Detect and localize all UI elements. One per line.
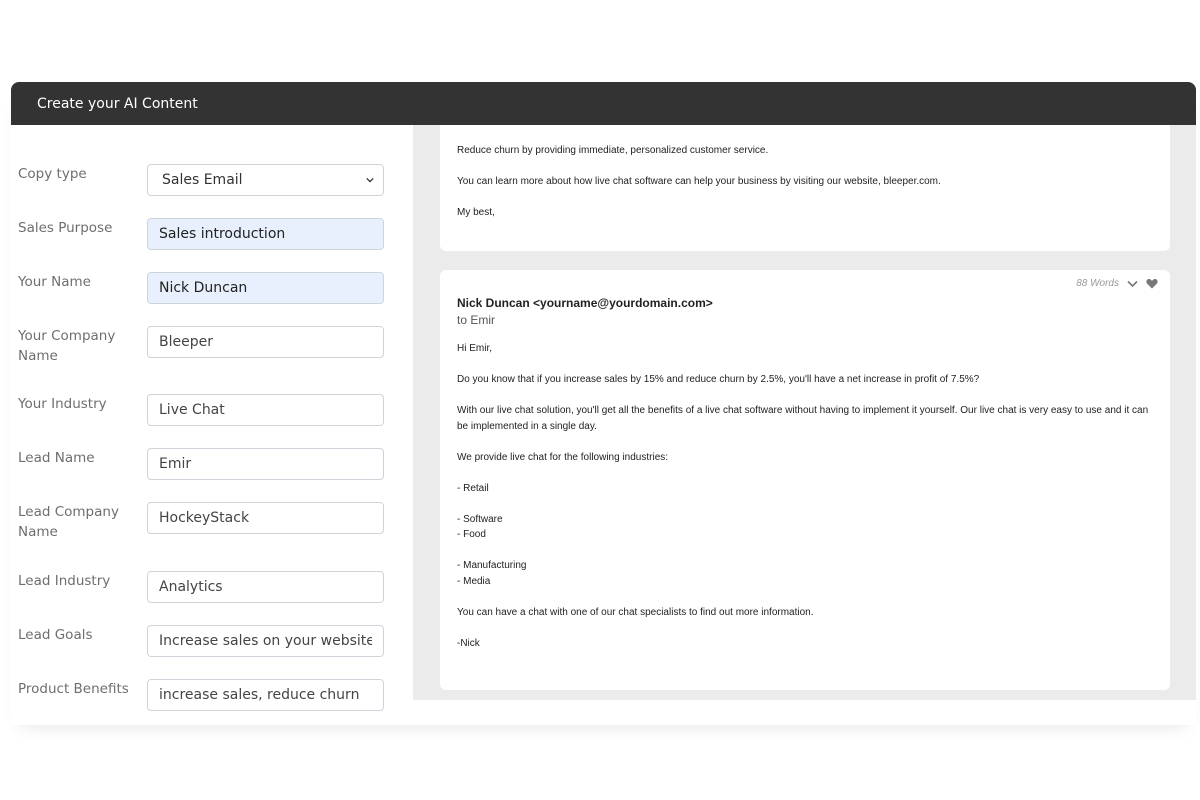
copy-type-value: Sales Email	[162, 172, 243, 188]
list-item: - Software	[457, 513, 503, 525]
email-signature: -Nick	[457, 637, 480, 649]
list-item: - Manufacturing	[457, 560, 527, 571]
email-from: Nick Duncan <yourname@yourdomain.com>	[457, 296, 713, 310]
your-company-input[interactable]	[147, 326, 384, 358]
product-benefits-input[interactable]	[147, 679, 384, 711]
email-paragraph: You can have a chat with one of our chat…	[457, 606, 814, 618]
list-item: - Retail	[457, 482, 489, 494]
list-item: - Food	[457, 529, 486, 540]
window-title-text: Create your AI Content	[37, 95, 198, 112]
lead-name-label: Lead Name	[18, 450, 95, 466]
chevron-down-icon	[366, 177, 374, 183]
output-panel: Reduce churn by providing immediate, per…	[413, 125, 1196, 700]
your-name-label: Your Name	[18, 274, 91, 290]
lead-goals-label: Lead Goals	[18, 627, 93, 643]
email-paragraph: Reduce churn by providing immediate, per…	[457, 145, 769, 156]
email-paragraph: With our live chat solution, you'll get …	[457, 405, 1149, 432]
product-benefits-label: Product Benefits	[18, 681, 129, 697]
copy-type-select[interactable]: Sales Email	[147, 164, 384, 196]
lead-name-input[interactable]	[147, 448, 384, 480]
email-card-previous: Reduce churn by providing immediate, per…	[440, 125, 1170, 251]
copy-type-label: Copy type	[18, 166, 87, 182]
list-item: - Media	[457, 575, 491, 587]
lead-goals-input[interactable]	[147, 625, 384, 657]
sales-purpose-label: Sales Purpose	[18, 220, 113, 236]
ai-content-window: Create your AI Content Copy type Sales E…	[11, 82, 1196, 725]
content-form: Copy type Sales Email Sales Purpose Your…	[11, 125, 413, 725]
your-name-input[interactable]	[147, 272, 384, 304]
lead-company-input[interactable]	[147, 502, 384, 534]
email-to: to Emir	[457, 313, 496, 327]
sales-purpose-input[interactable]	[147, 218, 384, 250]
email-card: 88 Words Nick Duncan <yourname@yourdomai…	[440, 270, 1170, 690]
lead-industry-input[interactable]	[147, 571, 384, 603]
word-count: 88 Words	[1076, 278, 1119, 289]
email-paragraph: Do you know that if you increase sales b…	[457, 374, 980, 385]
email-paragraph: We provide live chat for the following i…	[457, 451, 669, 463]
lead-industry-label: Lead Industry	[18, 573, 111, 589]
your-company-label: Your Company Name	[18, 328, 116, 364]
email-greeting: Hi Emir,	[457, 343, 492, 354]
your-industry-input[interactable]	[147, 394, 384, 426]
your-industry-label: Your Industry	[18, 396, 107, 412]
email-signoff: My best,	[457, 207, 495, 218]
chevron-down-icon[interactable]	[1127, 280, 1138, 288]
window-title: Create your AI Content	[11, 82, 1196, 125]
card-meta: 88 Words	[1076, 276, 1158, 292]
lead-company-label: Lead Company Name	[18, 504, 119, 540]
heart-icon[interactable]	[1146, 278, 1158, 289]
email-paragraph: You can learn more about how live chat s…	[457, 176, 941, 187]
